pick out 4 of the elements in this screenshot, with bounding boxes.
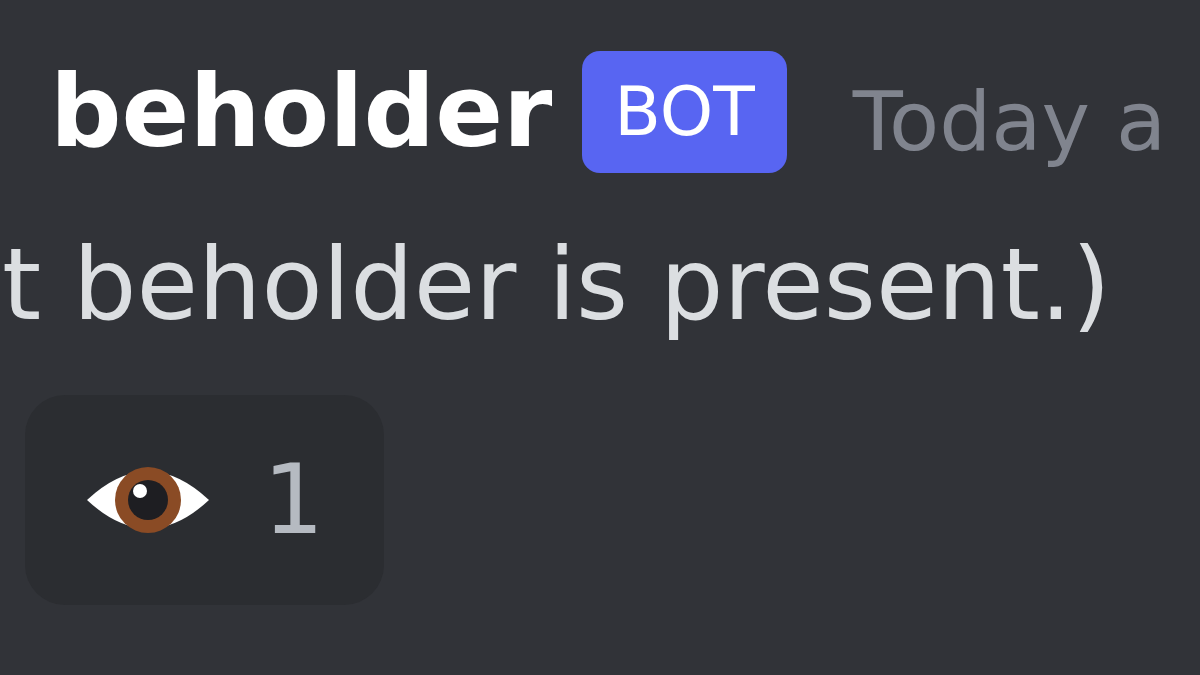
bot-tag: BOT [582,50,787,173]
reaction-button[interactable]: 1 [25,395,385,605]
username[interactable]: beholder [50,61,553,162]
message-text: t beholder is present.) [2,225,1111,345]
